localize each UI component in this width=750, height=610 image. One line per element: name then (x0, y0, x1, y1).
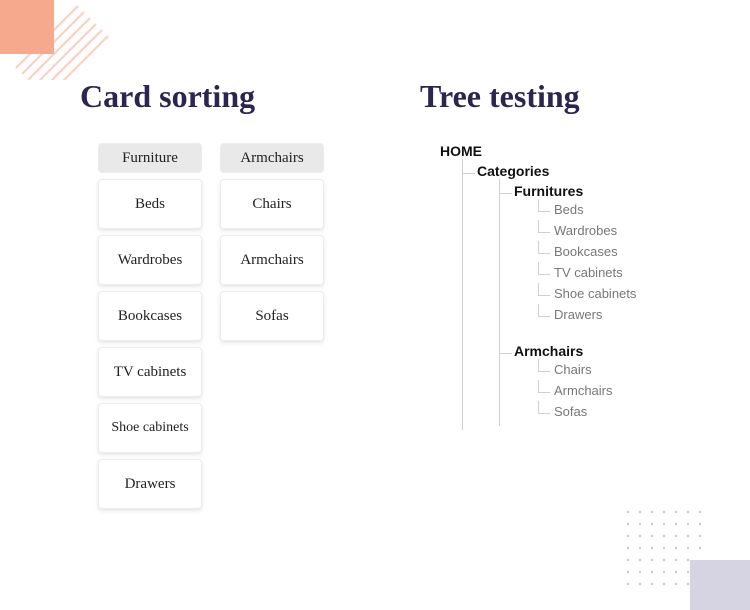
tree-root-label: HOME (440, 143, 482, 159)
tree-branch-label: Armchairs (514, 343, 583, 359)
tree-leaf: Shoe cabinets (538, 283, 710, 304)
card-item[interactable]: Armchairs (220, 235, 324, 285)
tree-leaf: Drawers (538, 304, 710, 325)
tree-leaf: TV cabinets (538, 262, 710, 283)
tree-branch-label: Furnitures (514, 183, 583, 199)
tree-leaf: Armchairs (538, 380, 710, 401)
tree-leaf: Chairs (538, 359, 710, 380)
tree-leaf: Wardrobes (538, 220, 710, 241)
card-item[interactable]: Sofas (220, 291, 324, 341)
card-item[interactable]: Chairs (220, 179, 324, 229)
card-group-furniture: Furniture Beds Wardrobes Bookcases TV ca… (98, 143, 202, 509)
tree-categories-label: Categories (477, 163, 549, 179)
tree-leaf-group: Beds Wardrobes Bookcases TV cabinets Sho… (538, 199, 710, 325)
tree-leaf: Beds (538, 199, 710, 220)
card-item[interactable]: Drawers (98, 459, 202, 509)
tree-testing-title: Tree testing (420, 78, 710, 115)
card-item[interactable]: Shoe cabinets (98, 403, 202, 453)
card-sorting-title: Card sorting (80, 78, 380, 115)
card-item[interactable]: Beds (98, 179, 202, 229)
card-group-armchairs: Armchairs Chairs Armchairs Sofas (220, 143, 324, 341)
tree-leaf: Bookcases (538, 241, 710, 262)
card-sorting-section: Card sorting Furniture Beds Wardrobes Bo… (80, 78, 380, 509)
card-header[interactable]: Furniture (98, 143, 202, 173)
card-item[interactable]: Bookcases (98, 291, 202, 341)
card-header[interactable]: Armchairs (220, 143, 324, 173)
card-item[interactable]: Wardrobes (98, 235, 202, 285)
tree-leaf: Sofas (538, 401, 710, 422)
card-item[interactable]: TV cabinets (98, 347, 202, 397)
decorative-corner-bottom (610, 500, 750, 610)
tree-leaf-group: Chairs Armchairs Sofas (538, 359, 710, 422)
tree-testing-section: Tree testing HOME Categories Furnitures … (420, 78, 710, 509)
